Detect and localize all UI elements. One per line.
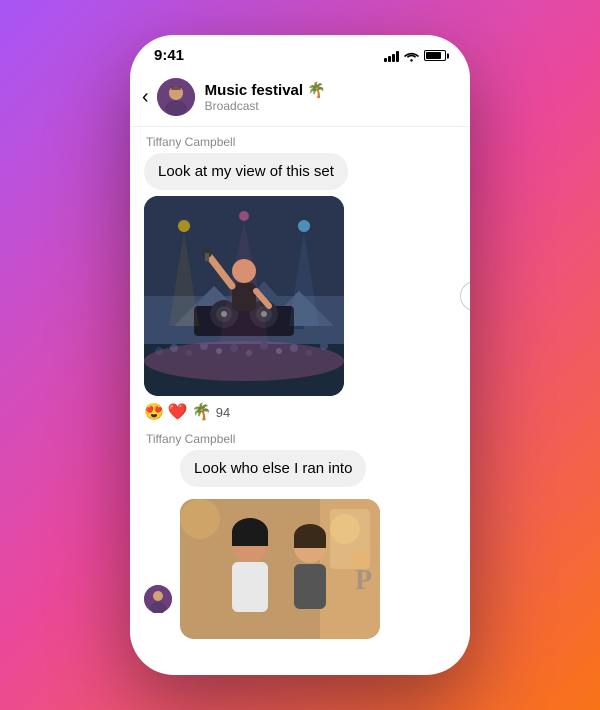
message-group-1: Tiffany Campbell Look at my view of this… bbox=[144, 135, 456, 422]
back-button[interactable]: ‹ bbox=[142, 86, 149, 109]
message-group-2: Tiffany Campbell Look who else I ran int… bbox=[144, 432, 456, 639]
dj-image[interactable] bbox=[144, 196, 344, 396]
message-bubble-1: Look at my view of this set bbox=[144, 153, 348, 190]
header-subtitle: Broadcast bbox=[205, 99, 454, 113]
header-info: Music festival 🌴 Broadcast bbox=[205, 81, 454, 113]
people-image[interactable]: P bbox=[180, 499, 380, 639]
header-title: Music festival 🌴 bbox=[205, 81, 454, 99]
status-icons bbox=[384, 50, 446, 62]
small-avatar bbox=[144, 585, 172, 613]
message-content-2: Look who else I ran into bbox=[180, 450, 456, 639]
reaction-emoji-1: 😍 bbox=[144, 402, 164, 422]
reactions-row[interactable]: 😍 ❤️ 🌴 94 bbox=[144, 402, 456, 422]
header-avatar-inner bbox=[157, 78, 195, 116]
reaction-emoji-2: ❤️ bbox=[168, 402, 188, 422]
status-bar: 9:41 bbox=[130, 35, 470, 70]
battery-icon bbox=[424, 50, 446, 61]
sender-label-1: Tiffany Campbell bbox=[146, 135, 456, 149]
phone-frame: 9:41 ‹ bbox=[130, 35, 470, 675]
message-image-wrapper-1 bbox=[144, 196, 456, 396]
message-row-2: Look who else I ran into bbox=[144, 450, 456, 639]
sender-label-2: Tiffany Campbell bbox=[146, 432, 456, 446]
signal-icon bbox=[384, 50, 399, 62]
header-avatar bbox=[157, 78, 195, 116]
wifi-icon bbox=[404, 50, 419, 62]
reaction-emoji-3: 🌴 bbox=[192, 402, 212, 422]
reaction-count: 94 bbox=[216, 405, 230, 420]
forward-button[interactable] bbox=[460, 281, 470, 311]
message-bubble-2: Look who else I ran into bbox=[180, 450, 366, 487]
status-time: 9:41 bbox=[154, 47, 184, 64]
chat-body: Tiffany Campbell Look at my view of this… bbox=[130, 127, 470, 647]
svg-text:P: P bbox=[355, 565, 372, 596]
chat-header: ‹ Music festival 🌴 Broadcast bbox=[130, 70, 470, 127]
